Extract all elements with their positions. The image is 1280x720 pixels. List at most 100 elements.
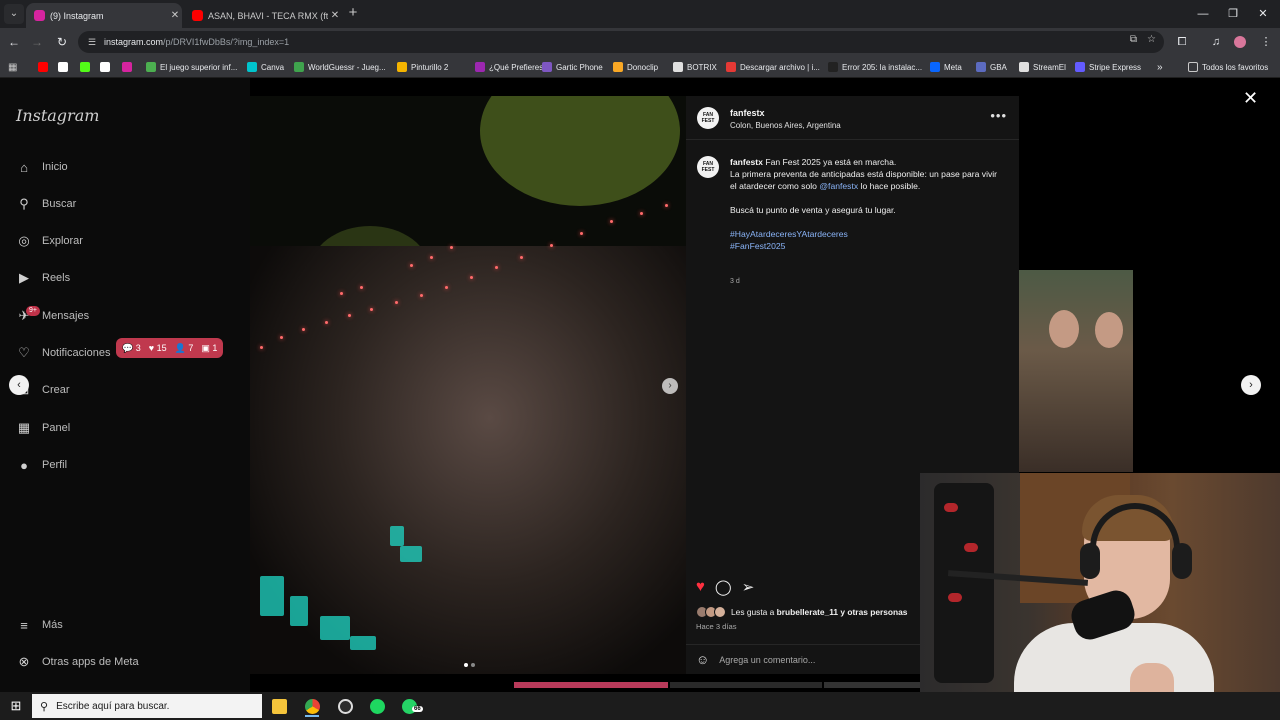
nav-more[interactable]: ≡ Más [16, 615, 63, 635]
bookmark-item[interactable]: El juego superior inf... [146, 59, 237, 75]
messages-badge: 9+ [26, 306, 40, 316]
bookmark-item[interactable]: StreamEl [1019, 59, 1066, 75]
caption-avatar[interactable]: FAN FEST [697, 156, 719, 178]
file-explorer-icon[interactable] [268, 695, 290, 717]
bookmark-label: Donoclip [627, 62, 659, 72]
profile-avatar-icon: ● [20, 457, 28, 473]
profile-avatar-icon[interactable] [1230, 32, 1250, 52]
nav-label: Mensajes [42, 310, 90, 322]
notifications-summary-pill[interactable]: 💬 3 ♥ 15 👤 7 ▣ 1 [116, 338, 224, 358]
chrome-icon[interactable] [301, 695, 323, 717]
bookmark-favicon-icon [1019, 62, 1029, 72]
install-app-icon[interactable]: ⧉ [1130, 34, 1137, 45]
post-image[interactable]: › [250, 96, 686, 674]
bookmark-item[interactable]: Donoclip [613, 59, 658, 75]
close-window-button[interactable]: ✕ [1248, 0, 1278, 28]
spotify-icon[interactable] [366, 695, 388, 717]
bookmark-item[interactable]: Error 205: la instalac... [828, 59, 922, 75]
nav-panel[interactable]: ▦ Panel [16, 418, 70, 438]
comment-input[interactable]: Agrega un comentario... [719, 655, 815, 665]
bookmark-item[interactable]: GBA [976, 59, 1007, 75]
next-post-arrow-icon[interactable]: › [1241, 375, 1261, 395]
more-bookmarks-chevron-icon[interactable]: » [1157, 59, 1163, 75]
taskbar-search[interactable]: ⚲ Escribe aquí para buscar. [32, 694, 262, 718]
teal-stage-light [320, 616, 350, 640]
nav-explorar[interactable]: ◎ Explorar [16, 231, 83, 251]
minimize-button[interactable]: — [1188, 0, 1218, 28]
nav-buscar[interactable]: ⚲ Buscar [16, 194, 76, 214]
nav-notificaciones[interactable]: ♡ Notificaciones [16, 343, 110, 363]
previous-post-arrow-icon[interactable]: ‹ [9, 375, 29, 395]
media-controls-icon[interactable]: ♫ [1206, 32, 1226, 52]
author-avatar[interactable]: FAN FEST [697, 107, 719, 129]
nav-other-meta-apps[interactable]: ⊗ Otras apps de Meta [16, 652, 139, 672]
back-button[interactable]: ← [4, 32, 24, 52]
tab-youtube[interactable]: ASAN, BHAVI - TECA RMX (ft. N ✕ [184, 3, 342, 28]
instagram-logo[interactable]: Instagram [16, 106, 99, 125]
tab-instagram[interactable]: (9) Instagram ✕ [26, 3, 182, 28]
likes-suffix[interactable]: y otras personas [840, 607, 907, 617]
caption-hashtag[interactable]: #FanFest2025 [730, 240, 1005, 252]
likes-user[interactable]: brubellerate_11 [777, 607, 838, 617]
more-options-icon[interactable]: ••• [990, 108, 1007, 123]
close-modal-icon[interactable]: ✕ [1243, 88, 1258, 109]
windows-start-icon[interactable]: ⊞ [8, 698, 24, 714]
instagram-sidebar: Instagram ⌂ Inicio ⚲ Buscar ◎ Explorar ▶ Reels ✈… [0, 78, 250, 692]
bookmark-label: Canva [261, 62, 285, 72]
nav-reels[interactable]: ▶ Reels [16, 268, 70, 288]
next-post-preview[interactable] [1019, 270, 1133, 472]
bookmark-star-icon[interactable]: ☆ [1147, 34, 1156, 45]
bookmark-item[interactable] [122, 59, 136, 75]
bookmark-item[interactable]: ¿Qué Prefieres? [475, 59, 548, 75]
caption-username[interactable]: fanfestx [730, 157, 763, 167]
obs-icon[interactable] [334, 695, 356, 717]
new-tab-button[interactable]: + [344, 4, 362, 22]
share-icon[interactable]: ➢ [742, 578, 755, 596]
tree-canopy [480, 96, 680, 206]
apps-grid-icon[interactable]: ▦ [8, 59, 17, 75]
post-actions: ♥ ◯ ➢ [696, 578, 754, 596]
address-bar[interactable]: ☰ instagram.com/p/DRVI1fwDbBs/?img_index… [78, 31, 1164, 53]
preview-face [1095, 312, 1123, 348]
bookmark-item[interactable]: Canva [247, 59, 284, 75]
all-bookmarks-folder[interactable]: Todos los favoritos [1188, 59, 1268, 75]
jacket-cloud-print [948, 593, 962, 602]
carousel-next-icon[interactable]: › [662, 378, 678, 394]
streamer-webcam [920, 473, 1280, 720]
restore-button[interactable]: ❐ [1218, 0, 1248, 28]
bookmark-item[interactable] [100, 59, 114, 75]
bookmark-item[interactable]: WorldGuessr - Jueg... [294, 59, 386, 75]
caption-mention[interactable]: @fanfestx [819, 181, 858, 191]
close-tab-icon[interactable]: ✕ [168, 10, 182, 21]
bookmark-item[interactable] [80, 59, 94, 75]
bookmark-item[interactable]: Stripe Express [1075, 59, 1141, 75]
bookmark-item[interactable]: Gartic Phone [542, 59, 603, 75]
browser-menu-icon[interactable]: ⋮ [1256, 32, 1276, 52]
close-tab-icon[interactable]: ✕ [328, 10, 342, 21]
bookmark-item[interactable]: Pinturillo 2 [397, 59, 448, 75]
nav-label: Explorar [42, 235, 83, 247]
caption-hashtag[interactable]: #HayAtardeceresYAtardeceres [730, 228, 1005, 240]
like-heart-icon[interactable]: ♥ [696, 578, 705, 596]
emoji-icon[interactable]: ☺ [696, 652, 709, 667]
nav-inicio[interactable]: ⌂ Inicio [16, 157, 68, 177]
author-username[interactable]: fanfestx [730, 108, 765, 118]
extensions-icon[interactable]: ⧠ [1172, 32, 1192, 52]
bookmark-item[interactable]: Meta [930, 59, 962, 75]
forward-button[interactable]: → [27, 32, 47, 52]
bookmark-item[interactable] [38, 59, 52, 75]
tab-search-button[interactable]: ⌄ [4, 4, 24, 24]
string-light [640, 212, 643, 215]
bookmark-item[interactable]: BOTRIX [673, 59, 717, 75]
teal-stage-light [400, 546, 422, 562]
post-location[interactable]: Colon, Buenos Aires, Argentina [730, 121, 841, 130]
comment-icon[interactable]: ◯ [715, 578, 732, 596]
nav-perfil[interactable]: ● Perfil [16, 455, 67, 475]
reload-button[interactable]: ↻ [52, 32, 72, 52]
bookmark-item[interactable]: Descargar archivo | i... [726, 59, 820, 75]
compass-icon: ◎ [18, 233, 30, 248]
bookmark-item[interactable] [58, 59, 72, 75]
site-info-icon[interactable]: ☰ [88, 37, 100, 48]
like-count: ♥ 15 [148, 343, 167, 353]
likes-summary[interactable]: Les gusta a brubellerate_11 y otras pers… [696, 606, 907, 618]
